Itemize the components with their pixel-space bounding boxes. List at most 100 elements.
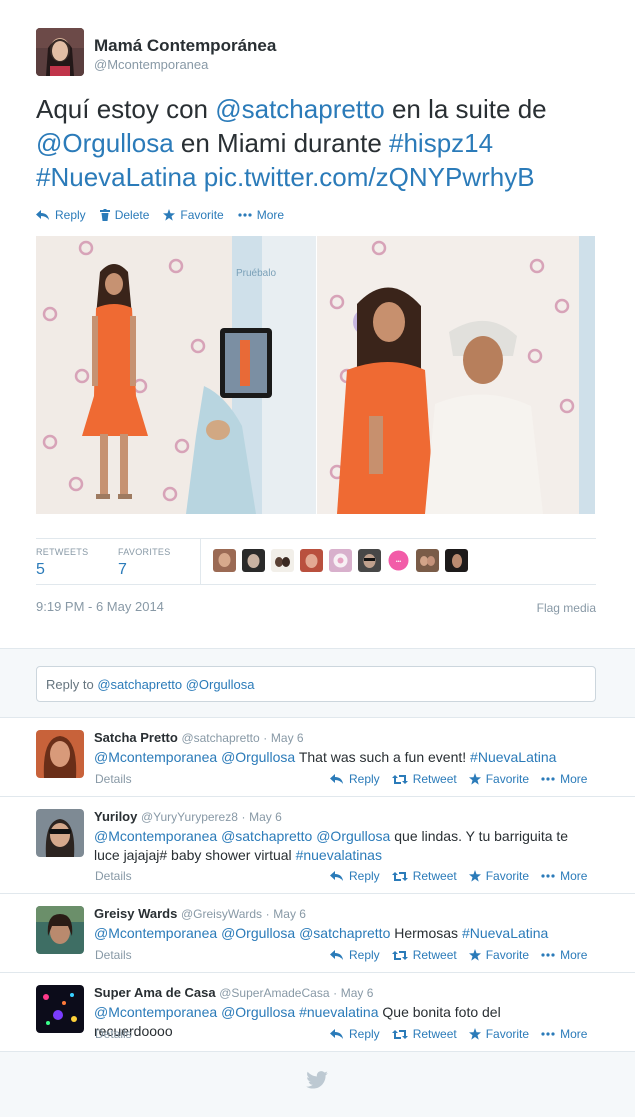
reply-actions: Reply Retweet Favorite More bbox=[330, 1027, 587, 1041]
reply-author-handle[interactable]: @satchapretto bbox=[181, 731, 259, 745]
mention-link[interactable]: @Mcontemporanea bbox=[94, 925, 217, 941]
retweets-stat[interactable]: RETWEETS 5 bbox=[36, 547, 88, 579]
hashtag-link[interactable]: #NuevaLatina bbox=[470, 749, 556, 765]
retweet-button[interactable]: Retweet bbox=[391, 869, 457, 883]
reply-button[interactable]: Reply bbox=[36, 208, 86, 222]
mention-link[interactable]: @Orgullosa bbox=[221, 925, 295, 941]
mention-link[interactable]: @satchapretto bbox=[215, 94, 384, 124]
more-button[interactable]: More bbox=[541, 869, 587, 883]
mention-link[interactable]: @Orgullosa bbox=[221, 1004, 295, 1020]
reply-date[interactable]: May 6 bbox=[271, 731, 304, 745]
mention-link[interactable]: @Mcontemporanea bbox=[94, 828, 217, 844]
flag-media-link[interactable]: Flag media bbox=[537, 601, 596, 615]
author-avatar[interactable] bbox=[36, 28, 84, 76]
reply-mention: @Orgullosa bbox=[185, 677, 255, 692]
reply-avatar[interactable] bbox=[36, 809, 84, 857]
reply-label: Reply bbox=[349, 1027, 380, 1041]
favoriter-avatar[interactable] bbox=[416, 549, 439, 572]
mention-link[interactable]: @Orgullosa bbox=[36, 128, 174, 158]
delete-button[interactable]: Delete bbox=[99, 208, 149, 222]
tweet-photo[interactable]: Pruébalo bbox=[36, 236, 316, 514]
retweet-button[interactable]: Retweet bbox=[391, 772, 457, 786]
author-name[interactable]: Mamá Contemporánea bbox=[94, 36, 276, 56]
reply-author-name[interactable]: Greisy Wards bbox=[94, 906, 177, 921]
retweet-button[interactable]: Retweet bbox=[391, 948, 457, 962]
favorites-stat[interactable]: FAVORITES 7 bbox=[118, 547, 171, 579]
favoriter-avatar[interactable] bbox=[213, 549, 236, 572]
favoriter-avatar[interactable] bbox=[271, 549, 294, 572]
reply-label: Reply bbox=[55, 208, 86, 222]
hashtag-link[interactable]: #hispz14 bbox=[389, 128, 493, 158]
reply-avatar[interactable] bbox=[36, 906, 84, 954]
reply-label: Reply bbox=[349, 948, 380, 962]
reply-date[interactable]: May 6 bbox=[273, 907, 306, 921]
details-link[interactable]: Details bbox=[95, 1027, 132, 1041]
favorite-button[interactable]: Favorite bbox=[468, 1027, 529, 1041]
tweet-text: Aquí estoy con @satchapretto en la suite… bbox=[36, 92, 606, 194]
mention-link[interactable]: @Orgullosa bbox=[316, 828, 390, 844]
reply-button[interactable]: Reply bbox=[330, 1027, 380, 1041]
more-button[interactable]: More bbox=[541, 772, 587, 786]
more-button[interactable]: More bbox=[541, 948, 587, 962]
retweet-label: Retweet bbox=[412, 869, 457, 883]
meta-separator: · bbox=[241, 810, 246, 824]
favorite-button[interactable]: Favorite bbox=[163, 208, 224, 222]
reply-date[interactable]: May 6 bbox=[341, 986, 374, 1000]
hashtag-link[interactable]: #NuevaLatina bbox=[462, 925, 548, 941]
reply-author-name[interactable]: Satcha Pretto bbox=[94, 730, 178, 745]
reply-author-name[interactable]: Super Ama de Casa bbox=[94, 985, 216, 1000]
reply-date[interactable]: May 6 bbox=[249, 810, 282, 824]
reply-avatar[interactable] bbox=[36, 730, 84, 778]
author-handle[interactable]: @Mcontemporanea bbox=[94, 57, 208, 72]
favoriter-avatar[interactable] bbox=[242, 549, 265, 572]
reply-author-handle[interactable]: @YuryYuryperez8 bbox=[141, 810, 238, 824]
reply-input[interactable]: Reply to @satchapretto @Orgullosa bbox=[36, 666, 596, 702]
favorite-button[interactable]: Favorite bbox=[468, 869, 529, 883]
mention-link[interactable]: @satchapretto bbox=[221, 828, 312, 844]
hashtag-link[interactable]: #nuevalatina bbox=[299, 1004, 378, 1020]
tweet-photo[interactable] bbox=[317, 236, 595, 514]
reply-actions: Reply Retweet Favorite More bbox=[330, 869, 587, 883]
reply-author-handle[interactable]: @SuperAmadeCasa bbox=[219, 986, 329, 1000]
reply-icon bbox=[330, 773, 343, 784]
mention-link[interactable]: @Mcontemporanea bbox=[94, 1004, 217, 1020]
reply-author-handle[interactable]: @GreisyWards bbox=[181, 907, 262, 921]
reply-avatar[interactable] bbox=[36, 985, 84, 1033]
reply-tweet[interactable]: Yuriloy @YuryYuryperez8 · May 6 @Mcontem… bbox=[0, 796, 635, 893]
reply-header: Greisy Wards @GreisyWards · May 6 bbox=[94, 906, 306, 921]
favoriter-avatar[interactable] bbox=[445, 549, 468, 572]
svg-text:Pruébalo: Pruébalo bbox=[236, 268, 276, 279]
reply-button[interactable]: Reply bbox=[330, 772, 380, 786]
reply-text: @Mcontemporanea @Orgullosa @satchapretto… bbox=[94, 924, 574, 943]
retweet-icon bbox=[391, 774, 408, 784]
favorite-button[interactable]: Favorite bbox=[468, 948, 529, 962]
more-button[interactable]: More bbox=[238, 208, 284, 222]
mention-link[interactable]: @Orgullosa bbox=[221, 749, 295, 765]
favoriter-avatar[interactable]: ••• bbox=[387, 549, 410, 572]
mention-link[interactable]: @satchapretto bbox=[299, 925, 390, 941]
hashtag-link[interactable]: #NuevaLatina bbox=[36, 162, 196, 192]
reply-tweet[interactable]: Super Ama de Casa @SuperAmadeCasa · May … bbox=[0, 972, 635, 1052]
favoriter-avatar[interactable] bbox=[300, 549, 323, 572]
mention-link[interactable]: @Mcontemporanea bbox=[94, 749, 217, 765]
details-link[interactable]: Details bbox=[95, 948, 132, 962]
retweet-button[interactable]: Retweet bbox=[391, 1027, 457, 1041]
favoriter-avatar[interactable] bbox=[329, 549, 352, 572]
more-button[interactable]: More bbox=[541, 1027, 587, 1041]
hashtag-link[interactable]: #nuevalatinas bbox=[296, 847, 382, 863]
favoriter-avatar[interactable] bbox=[358, 549, 381, 572]
favorite-button[interactable]: Favorite bbox=[468, 772, 529, 786]
reply-author-name[interactable]: Yuriloy bbox=[94, 809, 137, 824]
reply-icon bbox=[330, 1028, 343, 1039]
reply-button[interactable]: Reply bbox=[330, 869, 380, 883]
favorite-icon bbox=[468, 870, 481, 882]
tweet-text-segment: en Miami durante bbox=[173, 128, 389, 158]
reply-tweet[interactable]: Satcha Pretto @satchapretto · May 6 @Mco… bbox=[0, 717, 635, 796]
media-link[interactable]: pic.twitter.com/zQNYPwrhyB bbox=[204, 162, 535, 192]
favorites-label: FAVORITES bbox=[118, 547, 171, 557]
reply-tweet[interactable]: Greisy Wards @GreisyWards · May 6 @Mcont… bbox=[0, 893, 635, 972]
details-link[interactable]: Details bbox=[95, 772, 132, 786]
reply-button[interactable]: Reply bbox=[330, 948, 380, 962]
more-label: More bbox=[560, 869, 588, 883]
details-link[interactable]: Details bbox=[95, 869, 132, 883]
